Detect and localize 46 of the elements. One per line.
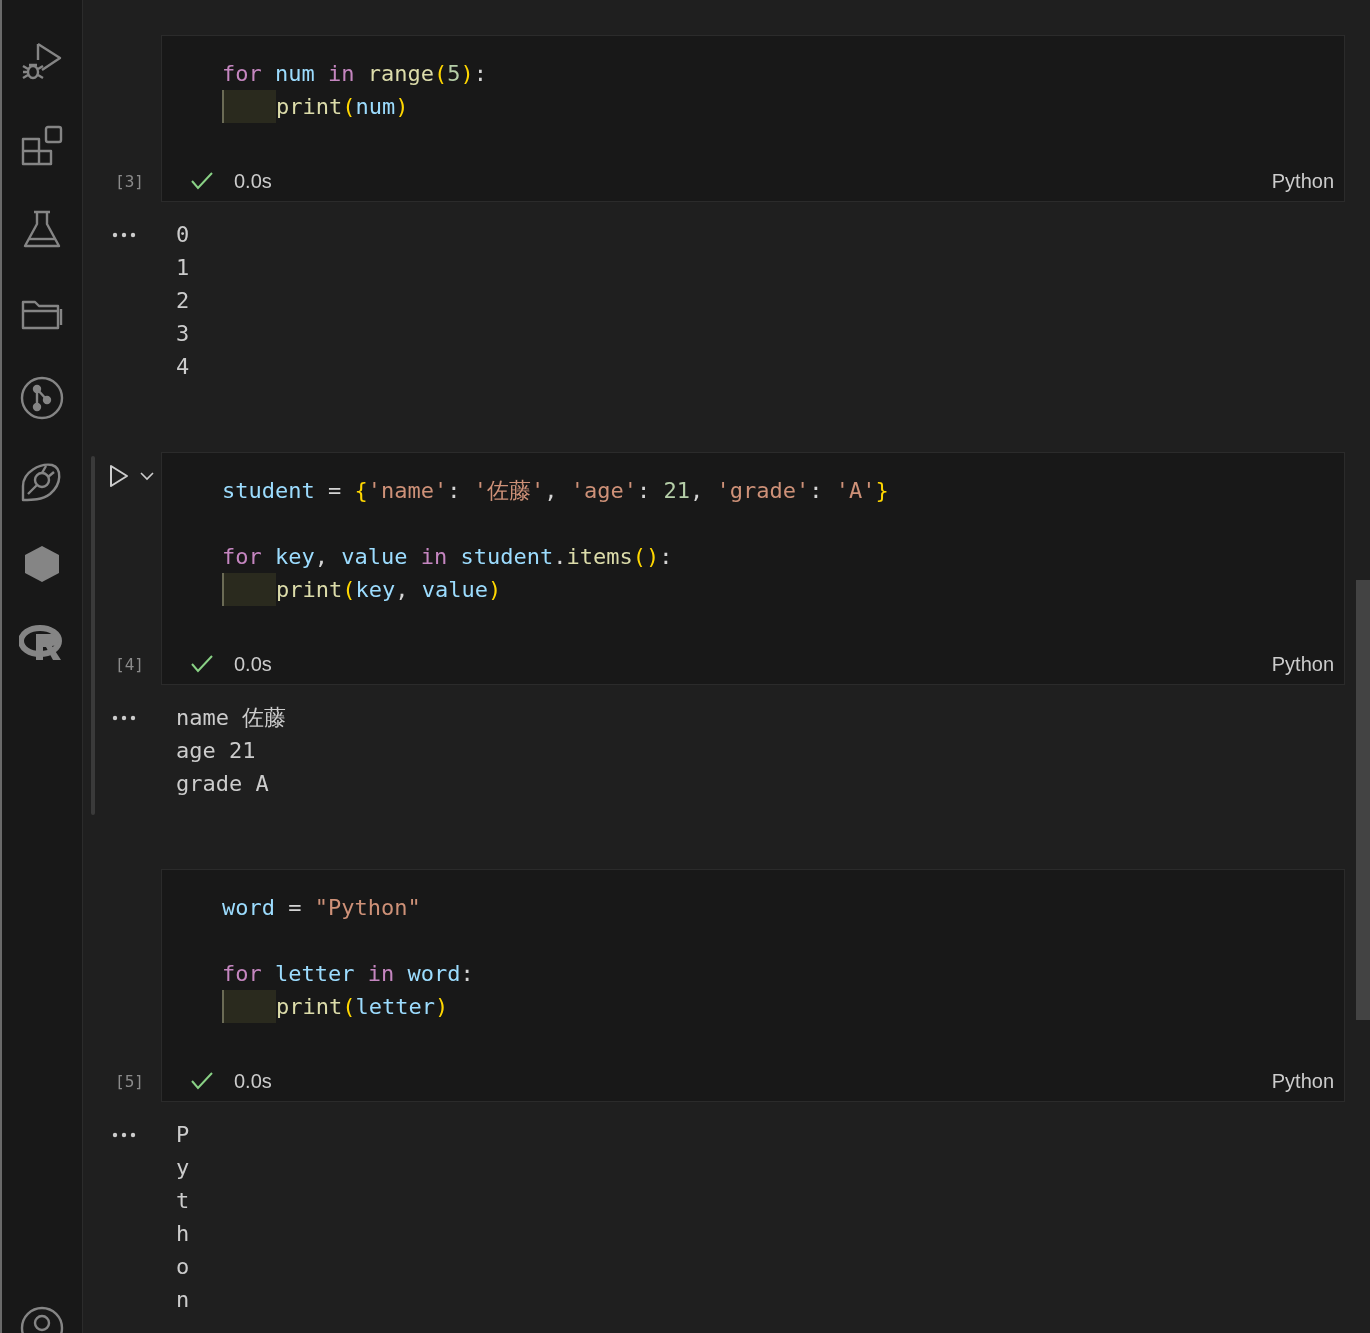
output-line: n (176, 1286, 190, 1314)
code-line: print(key, value) (276, 576, 502, 604)
indent-guide (222, 90, 276, 123)
execution-time: 0.0s (234, 652, 272, 677)
output-line: t (176, 1187, 190, 1215)
indent-guide (222, 990, 276, 1023)
execution-count: [3] (115, 171, 144, 193)
execution-time: 0.0s (234, 1069, 272, 1094)
code-line: for key, value in student.items(): (222, 543, 673, 571)
code-cell[interactable]: for num in range(5): print(num) 0.0s Python (161, 35, 1345, 202)
output-menu-icon[interactable] (112, 715, 136, 721)
output-line: 0 (176, 221, 190, 249)
output-line: P (176, 1121, 190, 1149)
execution-time: 0.0s (234, 169, 272, 194)
output-line: y (176, 1154, 190, 1182)
output-line: grade A (176, 770, 269, 798)
output-line: name 佐藤 (176, 704, 287, 732)
output-menu-icon[interactable] (112, 1132, 136, 1138)
hexagon-icon[interactable] (22, 544, 62, 584)
output-menu-icon[interactable] (112, 232, 136, 238)
git-graph-icon[interactable] (20, 376, 64, 420)
output-line: age 21 (176, 737, 256, 765)
code-line: student = {'name': '佐藤', 'age': 21, 'grade': 'A'} (222, 477, 889, 505)
indent-guide (222, 573, 276, 606)
cell-language[interactable]: Python (1271, 166, 1334, 196)
code-line: word = "Python" (222, 894, 421, 922)
output-line: h (176, 1220, 190, 1248)
output-line: 4 (176, 353, 190, 381)
code-line: print(num) (276, 93, 409, 121)
output-line: 3 (176, 320, 190, 348)
code-cell[interactable]: student = {'name': '佐藤', 'age': 21, 'grade': 'A'} for key, value in student.items(): print(key, value) 0.0s Python (161, 452, 1345, 685)
output-line: 2 (176, 287, 190, 315)
execution-count: [5] (115, 1071, 144, 1093)
execution-count: [4] (115, 654, 144, 676)
code-line: for letter in word: (222, 960, 474, 988)
cell-language[interactable]: Python (1271, 1066, 1334, 1096)
code-cell[interactable]: word = "Python" for letter in word: print(letter) 0.0s Python (161, 869, 1345, 1102)
extensions-icon[interactable] (20, 124, 64, 168)
cell-language[interactable]: Python (1271, 649, 1334, 679)
code-line: print(letter) (276, 993, 449, 1021)
output-line: o (176, 1253, 190, 1281)
code-line: for num in range(5): (222, 60, 487, 88)
scrollbar[interactable] (1356, 580, 1370, 1020)
output-line: 1 (176, 254, 190, 282)
run-cell-icon[interactable] (108, 464, 130, 488)
chevron-down-icon[interactable] (140, 471, 154, 481)
